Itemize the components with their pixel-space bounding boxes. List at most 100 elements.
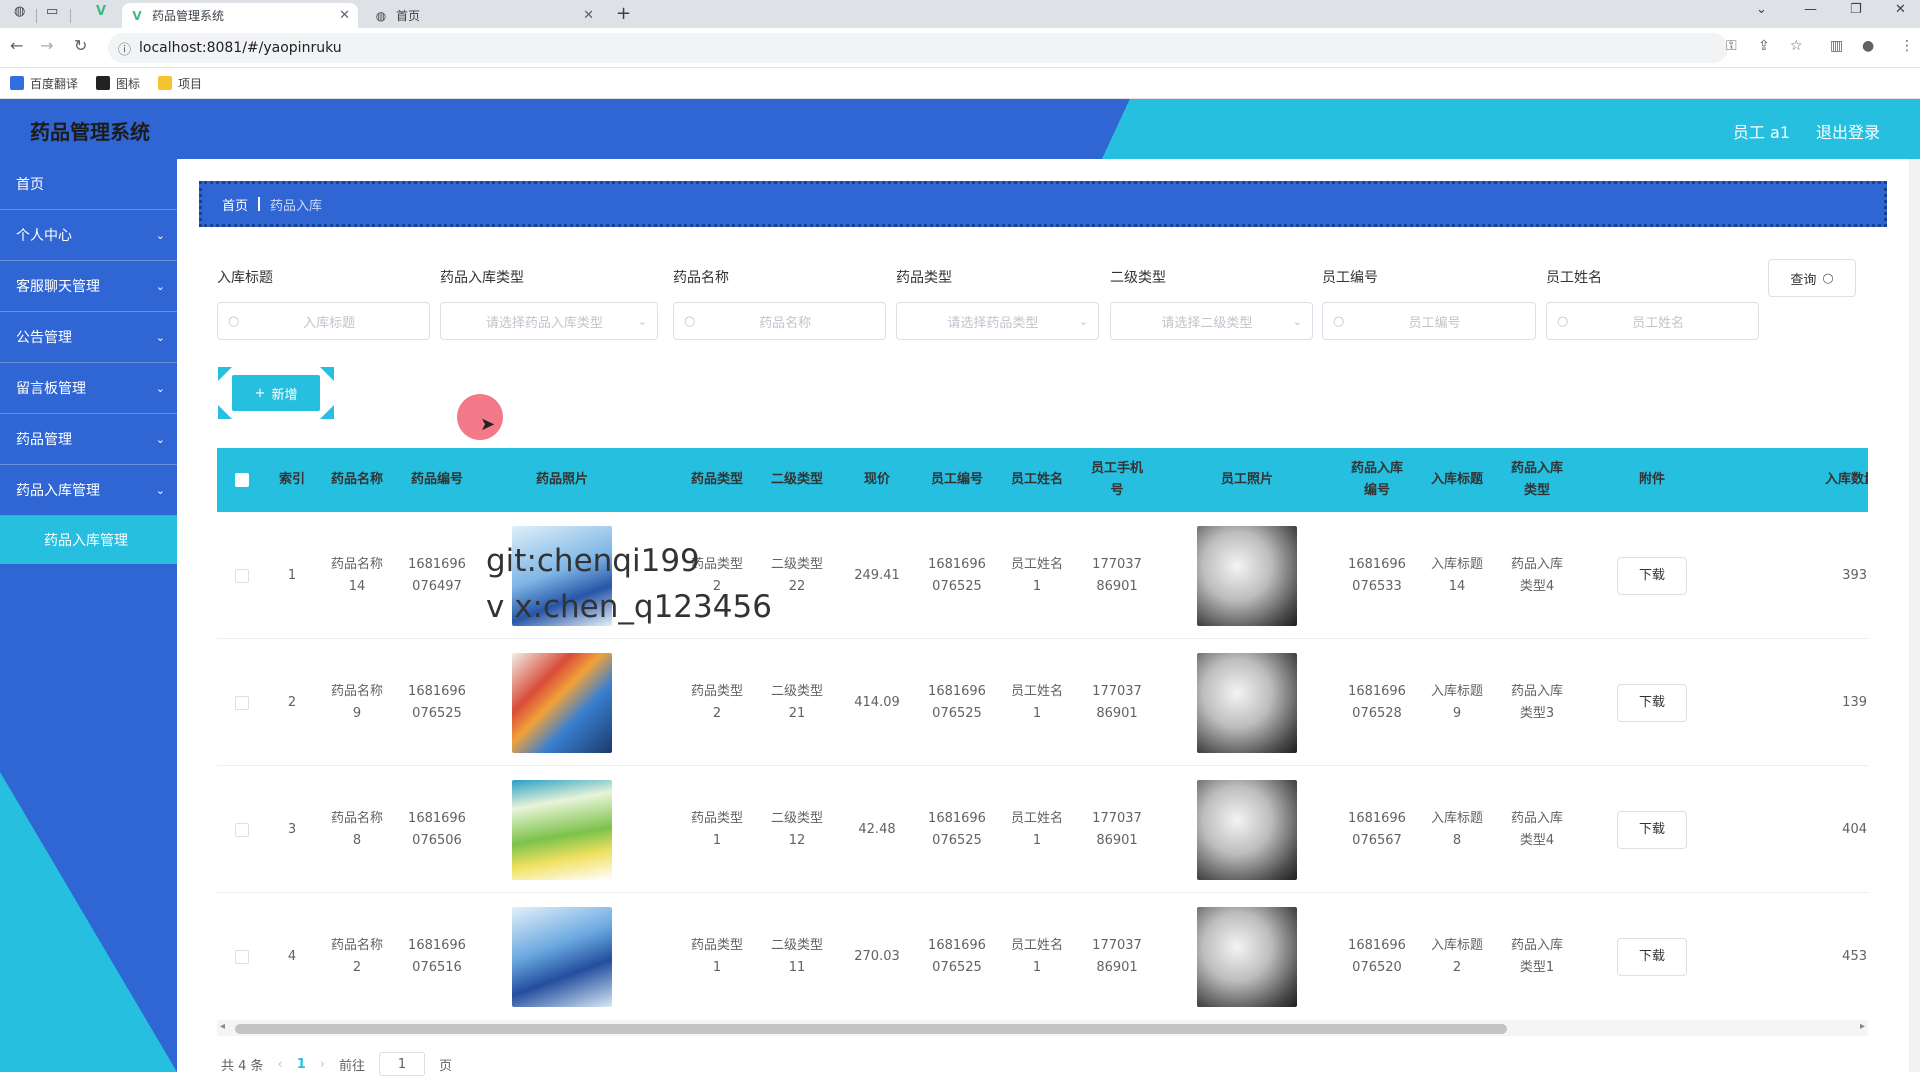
vertical-scrollbar[interactable] — [1909, 159, 1920, 1072]
chevron-down-icon: ⌄ — [155, 483, 165, 497]
column-header[interactable]: 药品入库类型 — [1497, 448, 1577, 512]
reload-icon[interactable]: ↻ — [74, 36, 87, 55]
bookmark-label: 百度翻译 — [30, 76, 79, 91]
download-button[interactable]: 下载 — [1617, 683, 1687, 722]
column-header[interactable]: 二级类型 — [757, 448, 837, 512]
employee-photo[interactable] — [1197, 779, 1297, 880]
back-icon[interactable]: ← — [10, 36, 23, 55]
download-button[interactable]: 下载 — [1617, 937, 1687, 976]
window-close-icon[interactable]: ✕ — [1895, 2, 1906, 17]
star-icon[interactable]: ☆ — [1790, 38, 1803, 54]
query-button[interactable]: 查询 ○ — [1768, 259, 1856, 297]
sidebar-item-stock-in[interactable]: 药品入库管理 ⌄ — [0, 465, 177, 516]
sidebar-item-personal[interactable]: 个人中心 ⌄ — [0, 210, 177, 261]
row-checkbox[interactable] — [235, 949, 249, 964]
forward-icon[interactable]: → — [40, 36, 53, 55]
sidebar-item-chat[interactable]: 客服聊天管理 ⌄ — [0, 261, 177, 312]
column-header[interactable]: 药品名称 — [317, 448, 397, 512]
column-header[interactable]: 员工照片 — [1157, 448, 1337, 512]
emp-no-input[interactable]: ○ 员工编号 — [1322, 302, 1536, 340]
prev-page-icon[interactable]: ‹ — [278, 1057, 283, 1072]
sidebar-item-home[interactable]: 首页 — [0, 159, 177, 210]
column-header[interactable]: 附件 — [1577, 448, 1727, 512]
minimize-icon[interactable]: — — [1804, 2, 1817, 17]
download-button[interactable]: 下载 — [1617, 556, 1687, 595]
table-row[interactable]: 4 药品名称2 1681696076516 药品类型1 二级类型11 270.0… — [217, 893, 1868, 1013]
column-header[interactable]: 入库标题 — [1417, 448, 1497, 512]
sidebar-item-notice[interactable]: 公告管理 ⌄ — [0, 312, 177, 363]
url-text[interactable]: localhost:8081/#/yaopinruku — [139, 40, 342, 56]
select-all-checkbox[interactable] — [235, 473, 249, 487]
cell-index: 4 — [287, 948, 297, 964]
column-header[interactable]: 药品照片 — [477, 448, 647, 512]
column-header[interactable]: 药品编号 — [397, 448, 477, 512]
restore-icon[interactable]: ❐ — [1850, 2, 1862, 17]
download-button[interactable]: 下载 — [1617, 810, 1687, 849]
cell-emp-no: 1681696076525 — [928, 683, 986, 721]
next-page-icon[interactable]: › — [320, 1057, 325, 1072]
cell-qty: 139 — [1842, 694, 1867, 710]
vue-icon[interactable]: V — [96, 4, 106, 19]
scroll-left-icon[interactable]: ◂ — [220, 1021, 225, 1032]
table-row[interactable]: 1 药品名称14 1681696076497 药品类型2 二级类型22 249.… — [217, 512, 1868, 639]
drug-name-input[interactable]: ○ 药品名称 — [673, 302, 886, 340]
cell-emp-photo — [1157, 766, 1337, 893]
menu-dots-icon[interactable]: ⋮ — [1900, 38, 1914, 54]
column-header[interactable]: 索引 — [267, 448, 317, 512]
logout-button[interactable]: 退出登录 — [1816, 119, 1880, 143]
tab-home[interactable]: ◍ 首页 ✕ — [366, 3, 602, 28]
column-header[interactable]: 员工姓名 — [997, 448, 1077, 512]
tab-active[interactable]: V 药品管理系统 ✕ — [122, 3, 358, 28]
bookmark-baidu-translate[interactable]: 百度翻译 — [10, 75, 78, 92]
profile-icon[interactable]: ● — [1862, 38, 1874, 54]
table-row[interactable]: 2 药品名称9 1681696076525 药品类型2 二级类型21 414.0… — [217, 639, 1868, 766]
bookmark-project[interactable]: 项目 — [158, 75, 202, 92]
sidebar-subitem-stock-in[interactable]: 药品入库管理 — [0, 516, 177, 564]
breadcrumb-home[interactable]: 首页 — [222, 195, 248, 214]
sidepanel-icon[interactable]: ▥ — [1830, 38, 1843, 54]
drug-photo[interactable] — [512, 779, 612, 880]
emp-name-input[interactable]: ○ 员工姓名 — [1546, 302, 1759, 340]
goto-page-input[interactable] — [379, 1052, 426, 1076]
employee-photo[interactable] — [1197, 525, 1297, 626]
row-checkbox[interactable] — [235, 695, 249, 710]
globe-icon[interactable]: ◍ — [14, 4, 25, 19]
drug-type-select[interactable]: 请选择药品类型 ⌄ — [896, 302, 1099, 340]
row-checkbox[interactable] — [235, 568, 249, 583]
omnibox[interactable]: ⓘ localhost:8081/#/yaopinruku — [108, 33, 1728, 63]
blank-tab-icon[interactable]: ▭ — [46, 4, 58, 19]
column-header[interactable]: 员工编号 — [917, 448, 997, 512]
share-icon[interactable]: ⇪ — [1758, 38, 1770, 54]
column-header[interactable]: 现价 — [837, 448, 917, 512]
employee-photo[interactable] — [1197, 652, 1297, 753]
scroll-right-icon[interactable]: ▸ — [1860, 1021, 1865, 1032]
sidebar-item-drugs[interactable]: 药品管理 ⌄ — [0, 414, 177, 465]
info-icon[interactable]: ⓘ — [118, 39, 131, 58]
row-checkbox[interactable] — [235, 822, 249, 837]
in-title-input[interactable]: ○ 入库标题 — [217, 302, 430, 340]
key-icon[interactable]: ⚿ — [1726, 38, 1737, 54]
column-header[interactable]: 药品类型 — [677, 448, 757, 512]
table-row[interactable]: 3 药品名称8 1681696076506 药品类型1 二级类型12 42.48… — [217, 766, 1868, 893]
tab-search-chevron-icon[interactable]: ⌄ — [1756, 2, 1767, 17]
sidebar-item-messageboard[interactable]: 留言板管理 ⌄ — [0, 363, 177, 414]
horizontal-scrollbar[interactable]: ◂ ▸ — [217, 1020, 1868, 1036]
chevron-down-icon: ⌄ — [155, 432, 165, 446]
drug-photo[interactable] — [512, 906, 612, 1007]
close-tab-icon[interactable]: ✕ — [339, 8, 350, 23]
close-tab-icon[interactable]: ✕ — [583, 8, 594, 23]
new-tab-icon[interactable]: + — [616, 3, 631, 24]
drug-photo[interactable] — [512, 652, 612, 753]
subtype-select[interactable]: 请选择二级类型 ⌄ — [1110, 302, 1313, 340]
column-header[interactable]: 药品入库编号 — [1337, 448, 1417, 512]
add-button[interactable]: + 新增 — [232, 375, 320, 411]
placeholder: 请选择药品类型 — [947, 315, 1039, 331]
column-header[interactable]: 入库数量 — [1727, 448, 1868, 512]
scrollbar-thumb[interactable] — [235, 1024, 1507, 1034]
bookmark-icons[interactable]: 图标 — [96, 75, 140, 92]
employee-photo[interactable] — [1197, 906, 1297, 1007]
page-number[interactable]: 1 — [297, 1057, 306, 1072]
column-header[interactable]: 员工手机号 — [1077, 448, 1157, 512]
cell-phone: 17703786901 — [1092, 556, 1142, 594]
in-type-select[interactable]: 请选择药品入库类型 ⌄ — [440, 302, 658, 340]
